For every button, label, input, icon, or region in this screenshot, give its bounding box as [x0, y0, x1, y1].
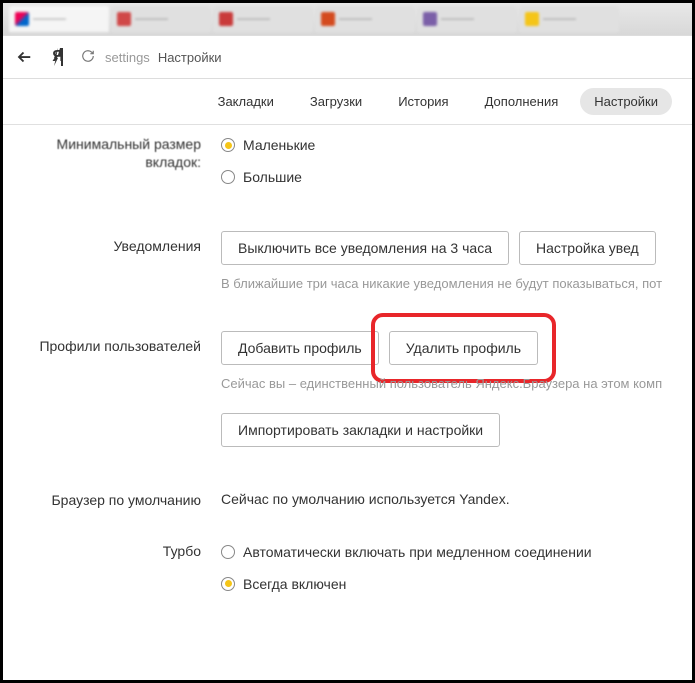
radio-icon	[221, 138, 235, 152]
back-button[interactable]	[15, 47, 35, 67]
notification-settings-button[interactable]: Настройка увед	[519, 231, 656, 265]
browser-tab[interactable]: ———	[213, 6, 313, 32]
address-prefix: settings	[105, 50, 150, 65]
yandex-logo[interactable]: Я	[49, 48, 67, 66]
radio-turbo-auto[interactable]: Автоматически включать при медленном сое…	[221, 536, 692, 568]
browser-tab[interactable]: ———	[519, 6, 619, 32]
highlight-annotation: Удалить профиль	[371, 313, 556, 383]
browser-tab[interactable]: ———	[111, 6, 211, 32]
tab-size-label: Минимальный размер вкладок:	[3, 129, 221, 193]
nav-addons[interactable]: Дополнения	[471, 88, 573, 115]
radio-large-tabs[interactable]: Большие	[221, 161, 692, 193]
nav-bookmarks[interactable]: Закладки	[204, 88, 288, 115]
address-bar[interactable]: settings Настройки	[81, 43, 680, 71]
radio-turbo-always[interactable]: Всегда включен	[221, 568, 692, 600]
notifications-hint: В ближайшие три часа никакие уведомления…	[221, 275, 692, 293]
browser-tab[interactable]: ———	[315, 6, 415, 32]
reload-icon[interactable]	[81, 49, 97, 65]
turbo-label: Турбо	[3, 536, 221, 600]
address-title: Настройки	[158, 50, 222, 65]
radio-icon	[221, 577, 235, 591]
delete-profile-button[interactable]: Удалить профиль	[389, 331, 538, 365]
add-profile-button[interactable]: Добавить профиль	[221, 331, 379, 365]
import-bookmarks-button[interactable]: Импортировать закладки и настройки	[221, 413, 500, 447]
browser-toolbar: Я settings Настройки	[3, 35, 692, 79]
radio-icon	[221, 545, 235, 559]
browser-tab-strip: ——— ——— ——— ——— ——— ———	[3, 3, 692, 35]
default-browser-label: Браузер по умолчанию	[3, 485, 221, 509]
browser-tab[interactable]: ———	[417, 6, 517, 32]
nav-settings[interactable]: Настройки	[580, 88, 672, 115]
profiles-label: Профили пользователей	[3, 331, 221, 447]
notifications-label: Уведомления	[3, 231, 221, 293]
nav-history[interactable]: История	[384, 88, 462, 115]
radio-small-tabs[interactable]: Маленькие	[221, 129, 692, 161]
profiles-hint: Сейчас вы – единственный пользователь Ян…	[221, 375, 692, 393]
settings-content: Минимальный размер вкладок: Маленькие Бо…	[3, 125, 692, 680]
disable-notifications-button[interactable]: Выключить все уведомления на 3 часа	[221, 231, 509, 265]
nav-downloads[interactable]: Загрузки	[296, 88, 376, 115]
settings-nav: Закладки Загрузки История Дополнения Нас…	[3, 79, 692, 125]
browser-tab[interactable]: ———	[9, 6, 109, 32]
radio-icon	[221, 170, 235, 184]
default-browser-text: Сейчас по умолчанию используется Yandex.	[221, 485, 692, 507]
